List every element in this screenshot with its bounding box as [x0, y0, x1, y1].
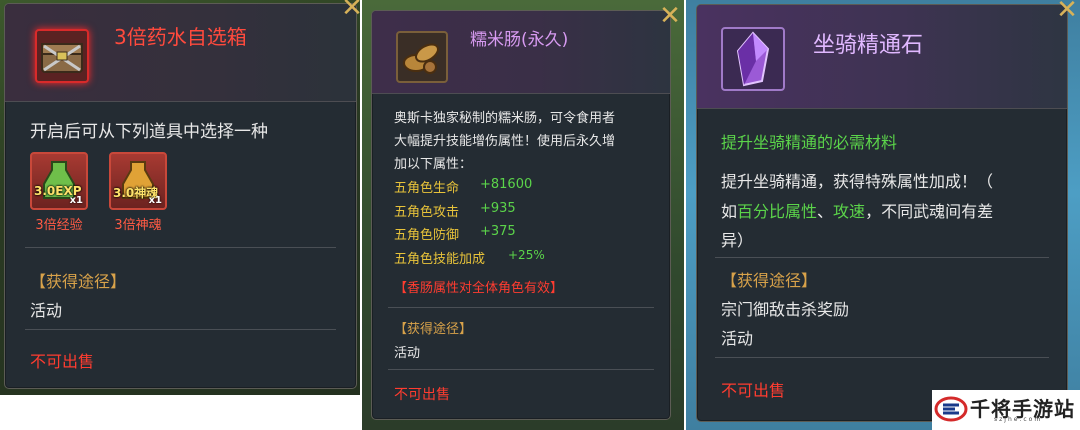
reward-name: 3倍神魂 — [114, 218, 162, 233]
source-heading: 【获得途径】 — [30, 272, 127, 291]
watermark-url: szjhe.com — [994, 416, 1043, 423]
soul-potion-icon: 3.0神魂 x1 — [109, 152, 167, 210]
site-logo-icon — [934, 396, 968, 422]
divider — [388, 369, 654, 370]
close-icon[interactable]: ✕ — [1056, 0, 1078, 23]
divider — [715, 357, 1049, 358]
description-line: 如百分比属性、攻速，不同武魂间有差 — [721, 198, 993, 222]
source-heading: 【获得途径】 — [721, 271, 818, 290]
description-line: 异） — [721, 231, 754, 250]
item-name: 3倍药水自选箱 — [114, 25, 247, 49]
tooltip-header: 3倍药水自选箱 — [5, 4, 356, 102]
note-text: 【香肠属性对全体角色有效】 — [394, 281, 564, 296]
sell-status: 不可出售 — [30, 352, 95, 371]
tooltip-header: 坐骑精通石 — [697, 5, 1067, 109]
chest-icon — [35, 29, 89, 83]
item-tooltip-sausage: 糯米肠(永久) 奥斯卡独家秘制的糯米肠，可令食用者 大幅提升技能增伤属性！使用后… — [371, 10, 671, 420]
description-line: 加以下属性： — [394, 157, 473, 172]
item-name: 糯米肠(永久) — [470, 30, 569, 50]
attribute-label: 五角色生命 — [394, 181, 460, 196]
item-tooltip-potion-box: 3倍药水自选箱 开启后可从下列道具中选择一种 3.0EXP x1 3倍经验 3.… — [4, 3, 357, 389]
reward-quantity: x1 — [148, 195, 162, 206]
attribute-value: +25% — [508, 248, 545, 262]
reward-item[interactable]: 3.0神魂 x1 3倍神魂 — [109, 152, 167, 233]
crystal-icon — [721, 27, 785, 91]
exp-potion-icon: 3.0EXP x1 — [30, 152, 88, 210]
divider — [715, 257, 1049, 258]
description-text: 如 — [721, 202, 738, 221]
item-tooltip-mount-stone: 坐骑精通石 提升坐骑精通的必需材料 提升坐骑精通，获得特殊属性加成！（ 如百分比… — [696, 4, 1068, 422]
attribute-value: +935 — [480, 201, 516, 216]
source-value: 宗门御敌击杀奖励 — [721, 300, 850, 319]
item-subtitle: 提升坐骑精通的必需材料 — [721, 133, 898, 152]
attribute-label: 五角色攻击 — [394, 205, 460, 220]
reward-name: 3倍经验 — [35, 218, 83, 233]
reward-item[interactable]: 3.0EXP x1 3倍经验 — [30, 152, 88, 233]
site-watermark: 千将手游站 szjhe.com — [932, 390, 1080, 430]
separator-text: 、 — [817, 202, 834, 221]
sell-status: 不可出售 — [721, 381, 786, 400]
description-text: ，不同武魂间有差 — [865, 202, 994, 221]
source-value: 活动 — [394, 346, 421, 361]
attribute-value: +375 — [480, 224, 516, 239]
source-value: 活动 — [721, 329, 754, 348]
description-line: 奥斯卡独家秘制的糯米肠，可令食用者 — [394, 111, 616, 126]
divider — [388, 307, 654, 308]
source-heading: 【获得途径】 — [394, 322, 473, 337]
sell-status: 不可出售 — [394, 387, 450, 403]
description-line: 大幅提升技能增伤属性！使用后永久增 — [394, 134, 616, 149]
sausage-icon — [396, 31, 448, 83]
divider — [25, 247, 336, 248]
close-icon[interactable]: ✕ — [659, 3, 681, 29]
description-line: 提升坐骑精通，获得特殊属性加成！（ — [721, 172, 994, 191]
attribute-value: +81600 — [480, 177, 533, 192]
attribute-label: 五角色防御 — [394, 228, 460, 243]
attribute-label: 五角色技能加成 — [394, 252, 486, 267]
close-icon[interactable]: ✕ — [341, 0, 363, 21]
tooltip-header: 糯米肠(永久) — [372, 11, 670, 94]
item-description: 开启后可从下列道具中选择一种 — [30, 122, 268, 142]
reward-quantity: x1 — [69, 195, 83, 206]
highlight-text: 百分比属性 — [737, 202, 818, 221]
source-value: 活动 — [30, 301, 63, 320]
highlight-text: 攻速 — [833, 202, 866, 221]
divider — [25, 329, 336, 330]
item-name: 坐骑精通石 — [813, 33, 924, 58]
